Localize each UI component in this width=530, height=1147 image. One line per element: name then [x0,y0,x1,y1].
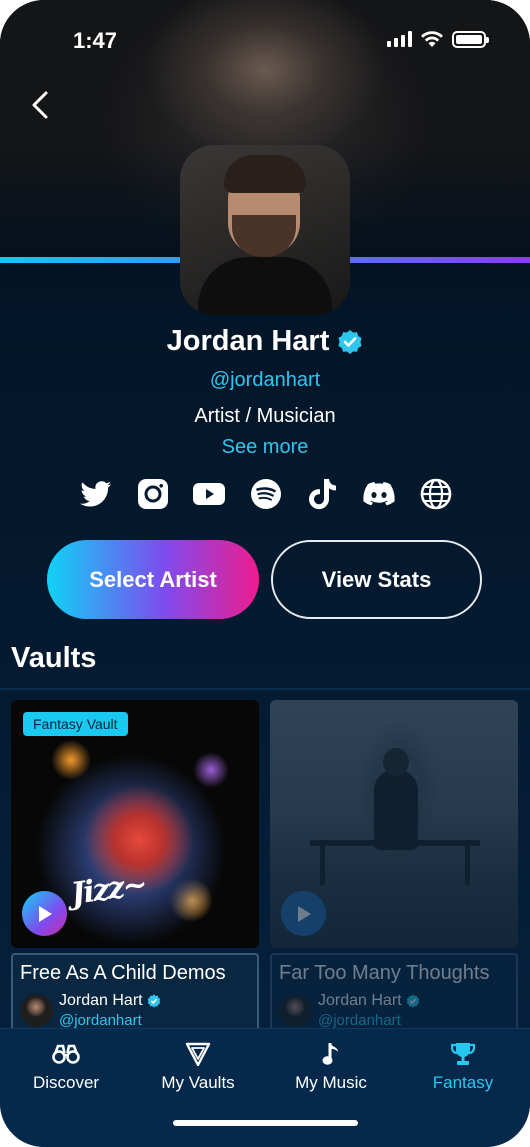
play-icon [297,905,311,922]
section-divider [0,688,530,690]
play-button[interactable] [281,891,326,936]
vault-artist-name: Jordan Hart [59,992,143,1009]
wifi-icon [421,31,443,47]
verified-icon [406,994,419,1008]
vault-title: Far Too Many Thoughts [279,962,490,984]
website-icon[interactable] [419,477,453,511]
vault-card[interactable]: Jizz~ Fantasy Vault Free As A Child Demo… [11,700,259,1040]
vault-artist-name: Jordan Hart [318,992,402,1009]
music-note-icon [322,1043,338,1065]
artist-role: Artist / Musician [194,405,336,427]
tab-label: My Vaults [161,1073,235,1092]
vault-title: Free As A Child Demos [20,962,226,984]
vaults-heading: Vaults [11,642,97,674]
vault-info: Far Too Many Thoughts Jordan Hart @jorda… [270,953,518,1040]
discord-icon[interactable] [362,477,396,511]
vault-artist-handle: @jordanhart [318,1012,401,1029]
vault-icon [185,1042,211,1066]
artist-handle: @jordanhart [209,369,321,391]
tab-discover[interactable]: Discover [0,1039,132,1093]
artist-name: Jordan Hart [166,325,330,357]
tab-my-vaults[interactable]: My Vaults [132,1039,264,1093]
play-button[interactable] [22,891,67,936]
twitter-icon[interactable] [79,477,113,511]
tab-label: My Music [295,1073,367,1092]
binoculars-icon [52,1044,80,1064]
play-icon [38,905,52,922]
instagram-icon[interactable] [136,477,170,511]
signal-icon [387,31,412,47]
artist-avatar [180,145,350,315]
vault-artist-row: Jordan Hart [59,992,161,1010]
home-indicator[interactable] [173,1120,358,1126]
vault-artist-handle: @jordanhart [59,1012,142,1029]
vault-artist-row: Jordan Hart [318,992,420,1010]
avatar [279,994,312,1027]
trophy-icon [451,1043,475,1065]
artist-profile-screen: 1:47 Jordan Hart @jordanhart Artist / Mu… [0,0,530,1147]
see-more-link[interactable]: See more [0,436,530,459]
verified-icon [147,994,160,1008]
spotify-icon[interactable] [249,477,283,511]
artist-name-row: Jordan Hart [0,325,530,358]
verified-icon [338,329,362,354]
avatar [20,994,53,1027]
bottom-tab-bar: Discover My Vaults My Music Fantasy [0,1028,530,1147]
status-time: 1:47 [73,28,118,53]
status-icons [387,30,489,48]
cover-signature-art: Jizz~ [68,866,148,913]
tab-label: Discover [32,1073,100,1092]
social-links [79,477,453,511]
tab-fantasy[interactable]: Fantasy [397,1039,529,1093]
vault-info: Free As A Child Demos Jordan Hart @jorda… [11,953,259,1040]
tab-my-music[interactable]: My Music [265,1039,397,1093]
youtube-icon[interactable] [192,477,226,511]
vault-card[interactable]: Far Too Many Thoughts Jordan Hart @jorda… [270,700,518,1040]
vault-tag: Fantasy Vault [23,712,128,736]
select-artist-button[interactable]: Select Artist [47,540,259,619]
tiktok-icon[interactable] [306,477,340,511]
view-stats-button[interactable]: View Stats [271,540,482,619]
tab-label: Fantasy [432,1073,494,1092]
battery-icon [452,30,489,48]
back-button[interactable] [26,88,56,122]
